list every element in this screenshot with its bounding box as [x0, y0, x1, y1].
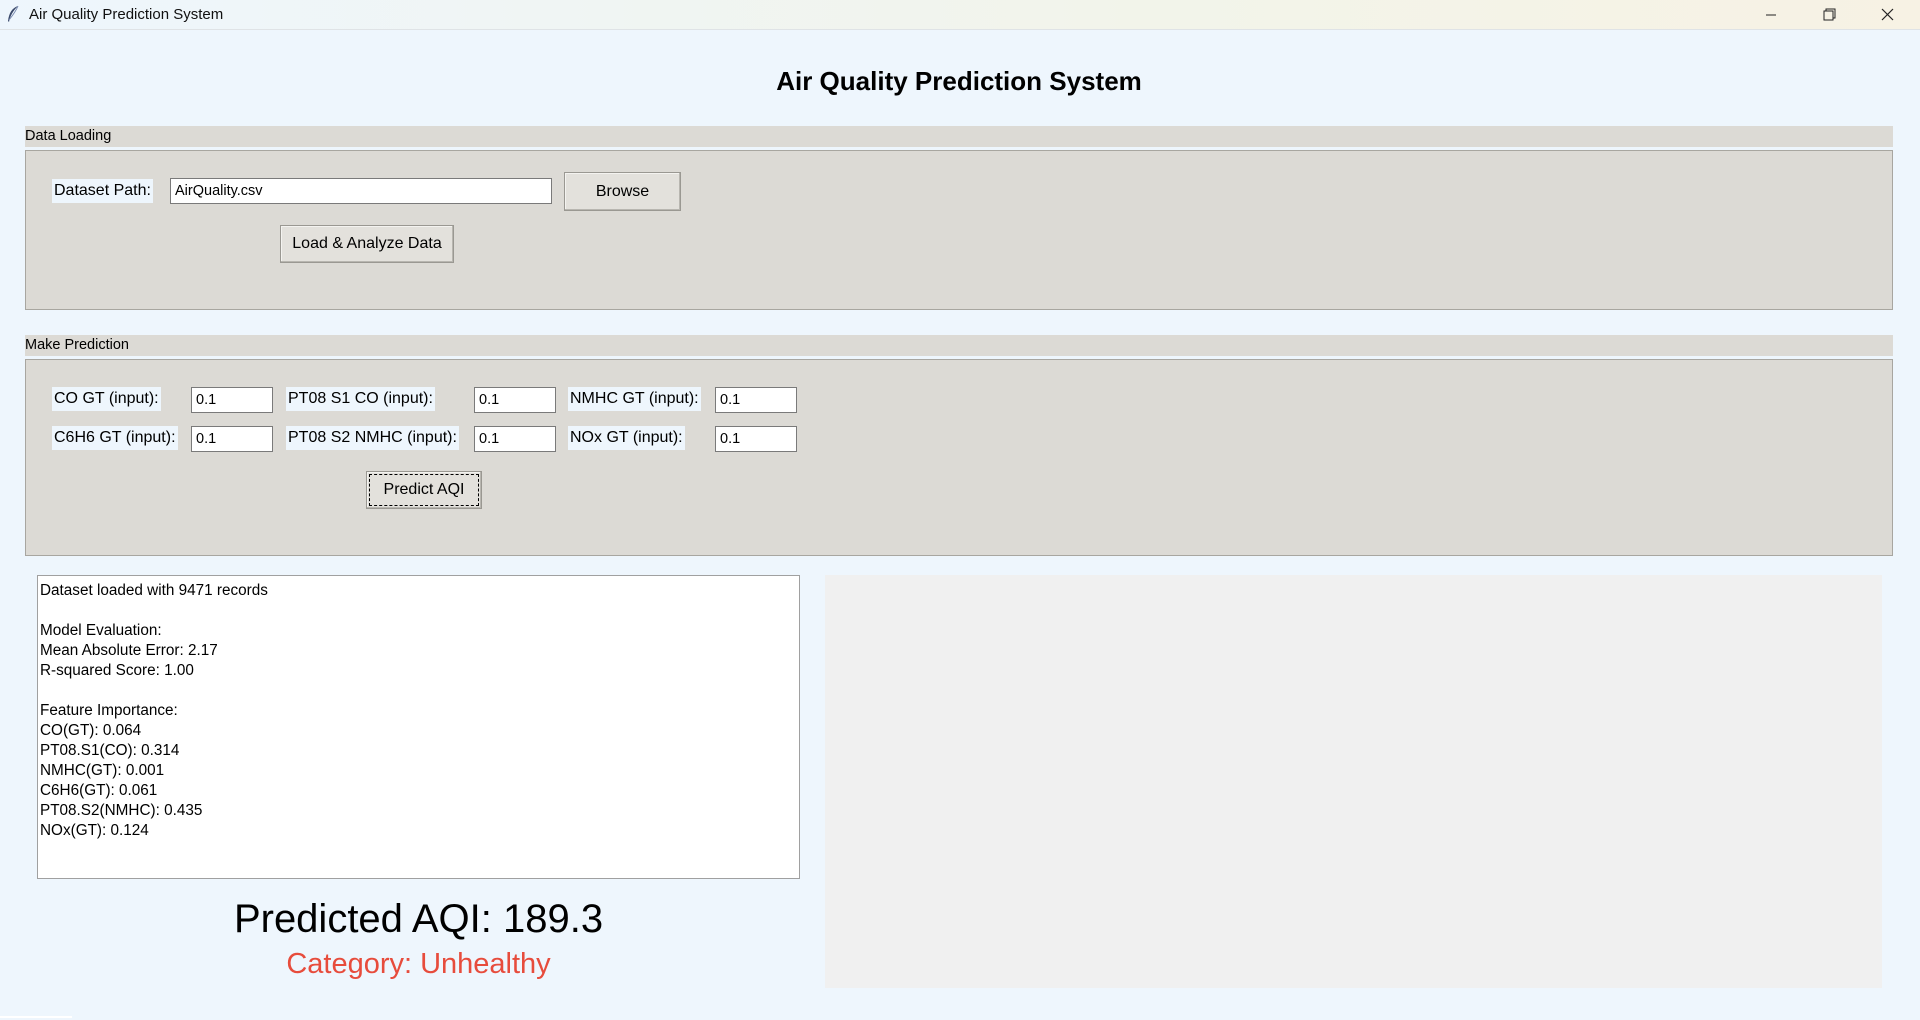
window-title: Air Quality Prediction System — [29, 6, 224, 23]
c6h6-gt-input[interactable] — [191, 426, 273, 452]
close-icon — [1881, 8, 1893, 21]
window-bottom-edge — [0, 1016, 72, 1018]
pt08-s2-nmhc-input[interactable] — [474, 426, 556, 452]
log-line: C6H6(GT): 0.061 — [40, 782, 158, 799]
dataset-path-label: Dataset Path: — [52, 179, 153, 203]
page-title: Air Quality Prediction System — [776, 66, 1142, 96]
window-titlebar: Air Quality Prediction System — [0, 0, 1920, 30]
make-prediction-section-label: Make Prediction — [25, 335, 1893, 356]
load-analyze-button[interactable]: Load & Analyze Data — [280, 225, 454, 263]
log-line: R-squared Score: 1.00 — [40, 662, 194, 679]
log-line: Feature Importance: — [40, 702, 178, 719]
aqi-category: Category: Unhealthy — [286, 948, 551, 980]
log-line: Model Evaluation: — [40, 622, 162, 639]
restore-icon — [1823, 8, 1835, 21]
co-gt-label: CO GT (input): — [52, 387, 161, 411]
log-line: CO(GT): 0.064 — [40, 722, 142, 739]
pt08-s1-co-input[interactable] — [474, 387, 556, 413]
predict-aqi-button[interactable]: Predict AQI — [366, 471, 482, 509]
data-loading-section-label: Data Loading — [25, 126, 1893, 147]
c6h6-gt-label: C6H6 GT (input): — [52, 426, 178, 450]
browse-button[interactable]: Browse — [564, 172, 681, 211]
log-line: PT08.S2(NMHC): 0.435 — [40, 802, 203, 819]
minimize-icon — [1766, 14, 1776, 15]
results-log[interactable]: Dataset loaded with 9471 records Model E… — [37, 575, 800, 879]
log-line: NOx(GT): 0.124 — [40, 822, 149, 839]
pt08-s2-nmhc-label: PT08 S2 NMHC (input): — [286, 426, 459, 450]
nox-gt-label: NOx GT (input): — [568, 426, 685, 450]
close-button[interactable] — [1858, 0, 1916, 29]
co-gt-input[interactable] — [191, 387, 273, 413]
restore-button[interactable] — [1800, 0, 1858, 29]
chart-canvas — [825, 575, 1882, 988]
log-line: Mean Absolute Error: 2.17 — [40, 642, 218, 659]
log-line: PT08.S1(CO): 0.314 — [40, 742, 180, 759]
pt08-s1-co-label: PT08 S1 CO (input): — [286, 387, 435, 411]
nox-gt-input[interactable] — [715, 426, 797, 452]
predicted-aqi-value: Predicted AQI: 189.3 — [233, 897, 604, 941]
nmhc-gt-input[interactable] — [715, 387, 797, 413]
log-line: NMHC(GT): 0.001 — [40, 762, 165, 779]
log-line: Dataset loaded with 9471 records — [40, 582, 268, 599]
feather-icon — [8, 5, 19, 22]
minimize-button[interactable] — [1742, 0, 1800, 29]
dataset-path-input[interactable] — [170, 178, 552, 204]
nmhc-gt-label: NMHC GT (input): — [568, 387, 701, 411]
